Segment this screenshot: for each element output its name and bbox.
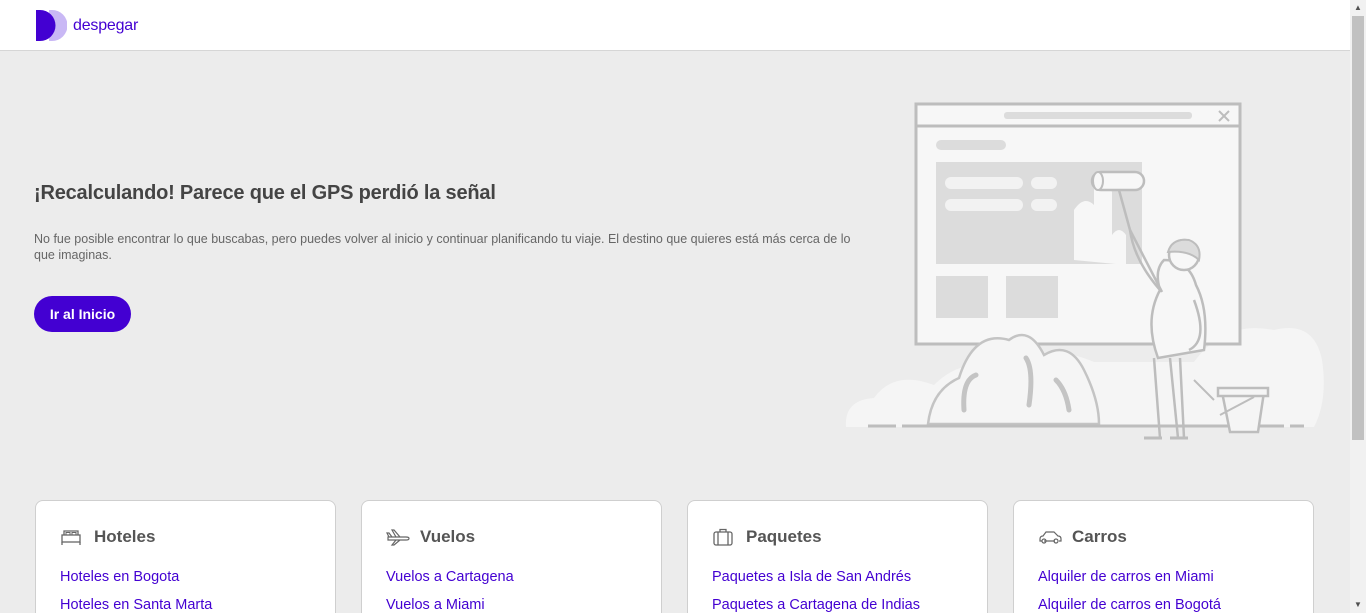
cars-link-2[interactable]: Alquiler de carros en Bogotá	[1038, 597, 1221, 613]
packages-card: Paquetes Paquetes a Isla de San Andrés P…	[687, 500, 988, 613]
packages-link-2[interactable]: Paquetes a Cartagena de Indias	[712, 597, 920, 613]
hotels-card-header: Hoteles	[60, 527, 155, 547]
brand-logo[interactable]: despegar	[35, 10, 138, 41]
hotels-link-2[interactable]: Hoteles en Santa Marta	[60, 597, 212, 613]
car-icon	[1038, 527, 1062, 547]
packages-card-title: Paquetes	[746, 527, 822, 546]
scroll-thumb[interactable]	[1352, 16, 1364, 440]
flights-link-1[interactable]: Vuelos a Cartagena	[386, 569, 514, 585]
page-scrollbar[interactable]: ▲ ▼	[1350, 0, 1366, 613]
flights-card: Vuelos Vuelos a Cartagena Vuelos a Miami	[361, 500, 662, 613]
flights-card-header: Vuelos	[386, 527, 475, 547]
cars-card: Carros Alquiler de carros en Miami Alqui…	[1013, 500, 1314, 613]
go-home-button[interactable]: Ir al Inicio	[34, 296, 131, 332]
hotels-card: Hoteles Hoteles en Bogota Hoteles en San…	[35, 500, 336, 613]
cars-card-header: Carros	[1038, 527, 1127, 547]
despegar-logo-icon	[36, 10, 67, 41]
hotels-card-title: Hoteles	[94, 527, 156, 546]
painter-illustration	[845, 102, 1324, 440]
packages-link-1[interactable]: Paquetes a Isla de San Andrés	[712, 569, 911, 585]
bed-icon	[60, 527, 84, 547]
brand-name: despegar	[73, 16, 139, 34]
scroll-up-arrow-icon[interactable]: ▲	[1350, 0, 1366, 16]
error-title: ¡Recalculando! Parece que el GPS perdió …	[34, 182, 496, 204]
flights-link-2[interactable]: Vuelos a Miami	[386, 597, 485, 613]
scroll-down-arrow-icon[interactable]: ▼	[1350, 597, 1366, 613]
cars-card-title: Carros	[1072, 527, 1127, 546]
hotels-link-1[interactable]: Hoteles en Bogota	[60, 569, 179, 585]
top-header: despegar	[0, 0, 1350, 51]
airplane-icon	[386, 527, 410, 547]
error-description: No fue posible encontrar lo que buscabas…	[34, 232, 851, 262]
suitcase-icon	[712, 527, 736, 547]
packages-card-header: Paquetes	[712, 527, 822, 547]
flights-card-title: Vuelos	[420, 527, 476, 546]
cars-link-1[interactable]: Alquiler de carros en Miami	[1038, 569, 1214, 585]
